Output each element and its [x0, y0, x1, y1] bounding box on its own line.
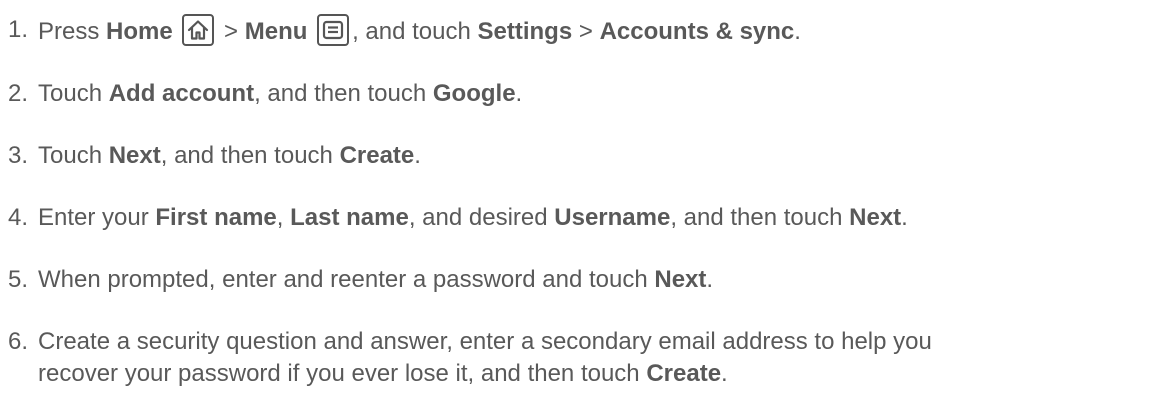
step-number: 6. — [8, 328, 29, 355]
step-text-line-1: Create a security question and answer, e… — [38, 328, 932, 355]
step-text: Touch Next, and then touch Create. — [38, 142, 421, 169]
step-number: 1. — [8, 16, 29, 43]
step-text: Enter your First name, Last name, and de… — [38, 204, 908, 231]
home-label: Home — [106, 18, 173, 45]
add-account-label: Add account — [108, 80, 255, 107]
accounts-sync-label: Accounts & sync — [599, 18, 795, 45]
step-text: When prompted, enter and reenter a passw… — [38, 266, 714, 293]
first-name-label: First name — [155, 204, 277, 231]
menu-icon — [317, 14, 350, 46]
last-name-label: Last name — [290, 204, 409, 231]
step-number: 4. — [8, 204, 29, 231]
step-number: 2. — [8, 80, 29, 107]
create-label: Create — [646, 360, 722, 387]
step-number: 3. — [8, 142, 29, 169]
step-text: Press Home > Menu , and touch Settings >… — [38, 14, 801, 48]
menu-label: Menu — [244, 18, 308, 45]
settings-label: Settings — [477, 18, 573, 45]
username-label: Username — [554, 204, 671, 231]
step-text: Create a security question and answer, e… — [38, 328, 932, 387]
next-label: Next — [108, 142, 161, 169]
step-number: 5. — [8, 266, 29, 293]
step-text: Touch Add account, and then touch Google… — [38, 80, 523, 107]
next-label: Next — [849, 204, 902, 231]
home-icon — [182, 14, 215, 46]
next-label: Next — [654, 266, 707, 293]
create-label: Create — [339, 142, 415, 169]
google-label: Google — [432, 80, 516, 107]
